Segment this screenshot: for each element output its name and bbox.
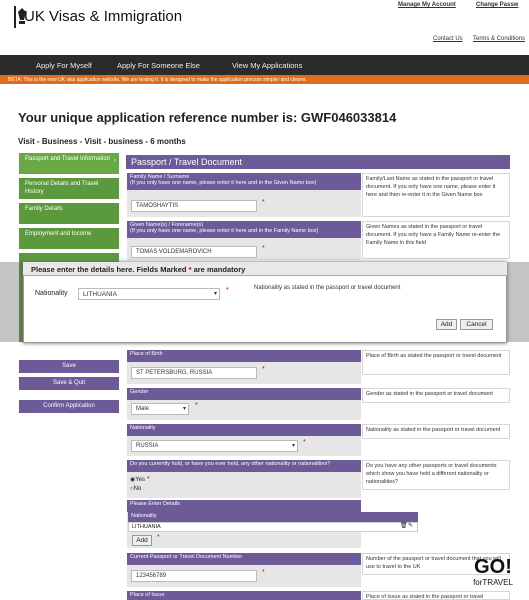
no-radio[interactable]: ○No (130, 486, 141, 492)
required-star: * (303, 439, 306, 446)
section-header: Passport / Travel Document (126, 155, 510, 169)
required-star: * (157, 534, 160, 541)
radio-label: Yes (135, 477, 146, 483)
given-names-help: Given Names as stated in the passport or… (362, 221, 510, 259)
required-star: * (226, 287, 229, 294)
required-star: * (145, 476, 150, 483)
other-nationality-row (127, 472, 361, 498)
reference-heading: Your unique application reference number… (18, 110, 397, 125)
modal-help: Nationality as stated in the passport or… (254, 285, 401, 291)
save-button[interactable]: Save (19, 360, 119, 373)
label-subtext: (If you only have one name, please enter… (130, 228, 319, 234)
sidebar-item-personal[interactable]: Personal Details and Travel History (19, 178, 119, 200)
edit-icon[interactable]: ✎ (408, 522, 413, 529)
nav-view-applications[interactable]: View My Applications (232, 61, 302, 70)
given-names-input[interactable]: TOMAS VOLDEMAROVICH (131, 246, 257, 258)
passport-number-input[interactable]: 123456789 (131, 570, 257, 582)
delete-icon[interactable]: 🗑 (400, 522, 408, 529)
sidebar-item-family[interactable]: Family Details (19, 203, 119, 225)
sidebar-item-employment[interactable]: Employment and Income (19, 228, 119, 250)
modal-title-text: Please enter the details here. Fields Ma… (31, 265, 187, 274)
family-name-help: Family/Last Name as stated in the passpo… (362, 173, 510, 217)
select-value: LITHUANIA (83, 291, 117, 298)
given-names-label: Given Name(s) / Forename(s) (If you only … (127, 221, 361, 238)
radio-label: No (133, 486, 142, 492)
required-star: * (262, 366, 265, 373)
gender-select[interactable]: Male ▾ (131, 403, 189, 415)
contact-us-link[interactable]: Contact Us (433, 36, 463, 42)
nationality-label: Nationality (127, 424, 361, 436)
place-of-birth-input[interactable]: ST PETERSBURG, RUSSIA (131, 367, 257, 379)
chevron-down-icon: ▾ (213, 291, 217, 297)
site-title: UK Visas & Immigration (24, 8, 183, 25)
sidebar-item-label: Passport and Travel Information (25, 156, 111, 162)
nav-apply-someone-else[interactable]: Apply For Someone Else (117, 61, 200, 70)
nav-apply-myself[interactable]: Apply For Myself (36, 61, 92, 70)
beta-banner: BETA: This is the new UK visa applicatio… (0, 75, 529, 84)
place-of-birth-help: Place of Birth as stated the passport or… (362, 350, 510, 375)
application-type: Visit - Business - Visit - business - 6 … (18, 137, 186, 146)
save-quit-button[interactable]: Save & Quit (19, 377, 119, 390)
family-name-label: Family Name / Surname (If you only have o… (127, 173, 361, 190)
select-value: Male (136, 406, 150, 412)
yes-radio[interactable]: ◉Yes * (130, 476, 150, 483)
watermark-text: GO! (474, 556, 512, 578)
nationality-select[interactable]: RUSSIA ▾ (131, 440, 298, 452)
required-star: * (262, 245, 265, 252)
gender-help: Gender as stated in the passport or trav… (362, 388, 510, 403)
nationality-table-header: Nationality (128, 512, 418, 522)
select-value: RUSSIA (136, 443, 159, 449)
gender-label: Gender (127, 388, 361, 400)
chevron-down-icon: ▾ (182, 406, 186, 412)
terms-link[interactable]: Terms & Conditions (473, 36, 525, 42)
gofortravel-watermark: GO! forTRAVEL (462, 556, 524, 600)
chevron-right-icon: › (114, 158, 116, 164)
modal-title-text-end: are mandatory (193, 265, 246, 274)
modal-nationality-label: Nationality (35, 290, 68, 297)
required-star: * (262, 569, 265, 576)
please-enter-details-label: Please Enter Details (127, 500, 361, 512)
place-of-issue-label: Place of Issue (127, 591, 361, 600)
sidebar-item-passport[interactable]: Passport and Travel Information › (19, 153, 119, 175)
family-name-input[interactable]: TAMOSHAYTIS (131, 200, 257, 212)
nationality-add-button[interactable]: Add (132, 535, 152, 546)
manage-account-link[interactable]: Manage My Account (398, 2, 456, 8)
required-star: * (262, 199, 265, 206)
other-nationality-label: Do you currently hold, or have you ever … (127, 460, 361, 472)
place-of-birth-label: Place of Birth (127, 350, 361, 362)
required-star: * (195, 402, 198, 409)
watermark-subtext: forTRAVEL (473, 578, 513, 587)
modal-nationality-select[interactable]: LITHUANIA ▾ (78, 288, 220, 300)
label-subtext: (If you only have one name, please enter… (130, 180, 317, 186)
modal-cancel-button[interactable]: Cancel (460, 319, 493, 330)
modal-add-button[interactable]: Add (436, 319, 457, 330)
modal-title: Please enter the details here. Fields Ma… (23, 262, 507, 276)
passport-number-label: Current Passport or Travel Document Numb… (127, 553, 361, 565)
confirm-application-button[interactable]: Confirm Application (19, 400, 119, 413)
chevron-down-icon: ▾ (291, 443, 295, 449)
nationality-help: Nationality as stated in the passport or… (362, 424, 510, 439)
required-star: * (188, 265, 192, 274)
change-password-link[interactable]: Change Passw (476, 2, 518, 8)
nationality-table-cell: LITHUANIA (128, 522, 418, 532)
other-nationality-help: Do you have any other passports or trave… (362, 460, 510, 490)
